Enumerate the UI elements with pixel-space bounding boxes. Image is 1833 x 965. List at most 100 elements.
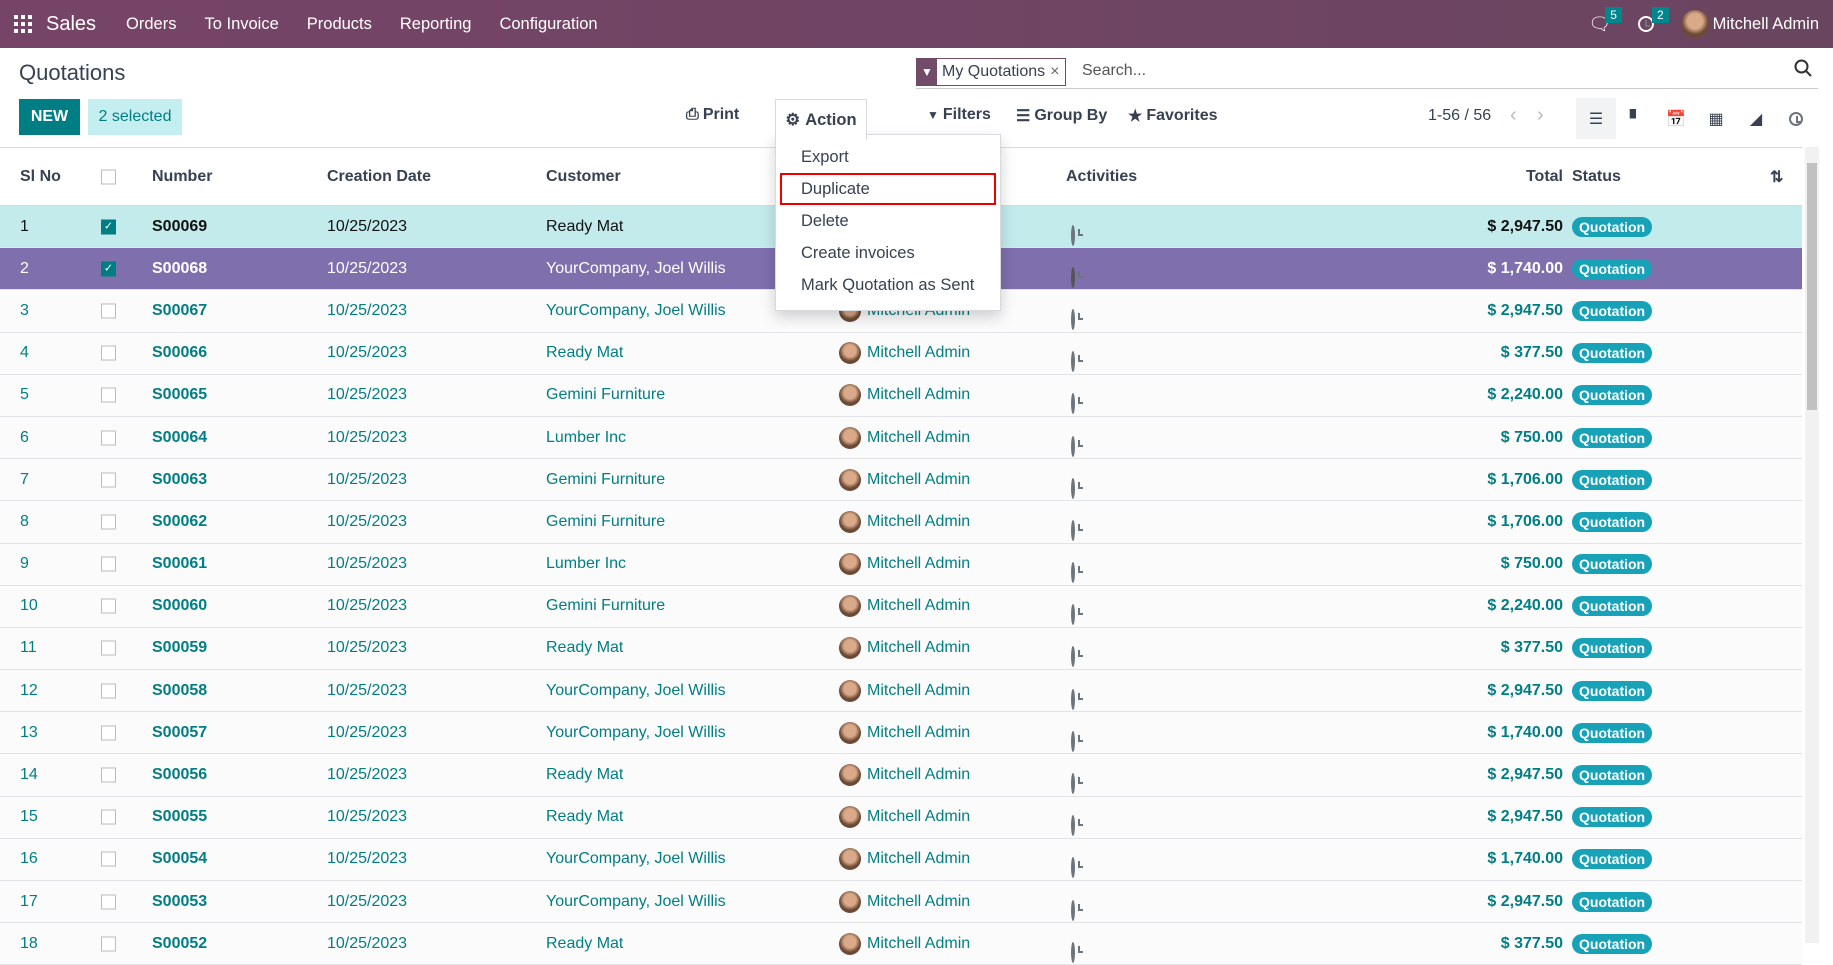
row-checkbox[interactable]: [101, 851, 116, 867]
creation-date: 10/25/2023: [327, 597, 408, 615]
table-row[interactable]: 17 S00053 10/25/2023 YourCompany, Joel Will…: [0, 881, 1802, 924]
table-row[interactable]: 14 S00056 10/25/2023 Ready Mat Mitchell Admi…: [0, 754, 1802, 797]
search-facet[interactable]: ▼ My Quotations ×: [916, 58, 1066, 86]
table-row[interactable]: 10 S00060 10/25/2023 Gemini Furniture Mitche…: [0, 585, 1802, 628]
clock-icon[interactable]: [1071, 562, 1075, 584]
favorites-button[interactable]: ★ Favorites: [1128, 106, 1217, 126]
row-checkbox[interactable]: [101, 894, 116, 910]
remove-facet-icon[interactable]: ×: [1050, 63, 1064, 81]
menu-reporting[interactable]: Reporting: [400, 15, 472, 34]
clock-icon[interactable]: [1071, 393, 1075, 415]
row-checkbox[interactable]: [101, 472, 116, 488]
calendar-view-icon[interactable]: 📅: [1656, 98, 1696, 139]
table-row[interactable]: 16 S00054 10/25/2023 YourCompany, Joel Will…: [0, 838, 1802, 881]
clock-icon[interactable]: [1071, 604, 1075, 626]
list-view-icon[interactable]: ☰: [1576, 98, 1616, 139]
table-row[interactable]: 8 S00062 10/25/2023 Gemini Furniture Mitchel…: [0, 501, 1802, 544]
search-input[interactable]: Search...: [1082, 62, 1146, 80]
clock-icon[interactable]: [1071, 941, 1075, 963]
col-creation-date[interactable]: Creation Date: [327, 168, 431, 186]
menu-orders[interactable]: Orders: [126, 15, 176, 34]
clock-icon[interactable]: [1071, 477, 1075, 499]
col-sl-no[interactable]: Sl No: [20, 168, 61, 186]
col-status[interactable]: Status: [1572, 168, 1621, 186]
row-checkbox[interactable]: [101, 556, 116, 572]
new-button[interactable]: NEW: [19, 99, 80, 135]
menu-item-duplicate[interactable]: Duplicate: [780, 173, 996, 205]
activities-button[interactable]: 2: [1637, 7, 1671, 32]
row-checkbox[interactable]: [101, 725, 116, 741]
menu-configuration[interactable]: Configuration: [499, 15, 597, 34]
clock-icon[interactable]: [1071, 646, 1075, 668]
clock-icon[interactable]: [1071, 857, 1075, 879]
search-icon[interactable]: [1794, 59, 1812, 82]
clock-icon[interactable]: [1071, 266, 1075, 288]
prev-page-icon[interactable]: ‹: [1510, 104, 1517, 127]
row-checkbox[interactable]: [101, 640, 116, 656]
table-row[interactable]: 11 S00059 10/25/2023 Ready Mat Mitchell Admi…: [0, 627, 1802, 671]
clock-icon[interactable]: [1071, 899, 1075, 921]
activity-view-icon[interactable]: [1776, 98, 1816, 139]
clock-icon[interactable]: [1071, 815, 1075, 837]
pager-value[interactable]: 1-56 / 56: [1428, 107, 1491, 125]
row-checkbox[interactable]: [101, 303, 116, 319]
selected-count[interactable]: 2 selected: [88, 99, 182, 135]
row-checkbox[interactable]: [101, 514, 116, 530]
select-all-checkbox[interactable]: [101, 169, 116, 184]
col-number[interactable]: Number: [152, 168, 212, 186]
optional-columns-icon[interactable]: ⇅: [1770, 167, 1783, 187]
apps-menu-icon[interactable]: [14, 15, 32, 33]
col-activities[interactable]: Activities: [1066, 168, 1137, 186]
table-row[interactable]: 15 S00055 10/25/2023 Ready Mat Mitchell Admi…: [0, 796, 1802, 839]
col-customer[interactable]: Customer: [546, 168, 621, 186]
filters-button[interactable]: ▼ Filters: [927, 106, 991, 124]
col-total[interactable]: Total: [1526, 168, 1563, 186]
kanban-view-icon[interactable]: ▘: [1616, 98, 1656, 139]
graph-view-icon[interactable]: ◢: [1736, 98, 1776, 139]
table-row[interactable]: 12 S00058 10/25/2023 YourCompany, Joel Will…: [0, 670, 1802, 713]
salesperson: Mitchell Admin: [839, 764, 970, 787]
pivot-view-icon[interactable]: ▦: [1696, 98, 1736, 139]
total: $ 1,706.00: [1487, 470, 1563, 488]
clock-icon[interactable]: [1071, 730, 1075, 752]
user-menu[interactable]: Mitchell Admin: [1680, 10, 1819, 38]
menu-item-create-invoices[interactable]: Create invoices: [776, 237, 1000, 269]
clock-icon[interactable]: [1071, 773, 1075, 795]
messages-button[interactable]: 🗨 5: [1588, 7, 1628, 35]
menu-to-invoice[interactable]: To Invoice: [204, 15, 278, 34]
clock-icon[interactable]: [1071, 435, 1075, 457]
clock-icon[interactable]: [1071, 224, 1075, 246]
app-name[interactable]: Sales: [46, 13, 96, 36]
print-button[interactable]: ⎙ Print: [686, 106, 739, 124]
row-checkbox[interactable]: [101, 683, 116, 699]
table-row[interactable]: 13 S00057 10/25/2023 YourCompany, Joel Will…: [0, 712, 1802, 755]
scrollbar[interactable]: [1805, 147, 1819, 943]
table-row[interactable]: 9 S00061 10/25/2023 Lumber Inc Mitchell Admi…: [0, 543, 1802, 586]
row-checkbox[interactable]: [101, 387, 116, 403]
table-row[interactable]: 4 S00066 10/25/2023 Ready Mat Mitchell Admin…: [0, 332, 1802, 375]
menu-item-delete[interactable]: Delete: [776, 205, 1000, 237]
menu-item-export[interactable]: Export: [776, 141, 1000, 173]
row-checkbox[interactable]: ✓: [101, 219, 116, 235]
row-checkbox[interactable]: [101, 809, 116, 825]
menu-item-mark-sent[interactable]: Mark Quotation as Sent: [776, 269, 1000, 301]
row-checkbox[interactable]: [101, 598, 116, 614]
clock-icon[interactable]: [1071, 688, 1075, 710]
next-page-icon[interactable]: ›: [1537, 104, 1544, 127]
menu-products[interactable]: Products: [307, 15, 372, 34]
row-checkbox[interactable]: ✓: [101, 261, 116, 277]
table-row[interactable]: 18 S00052 10/25/2023 Ready Mat Mitchell Admi…: [0, 923, 1802, 965]
table-row[interactable]: 5 S00065 10/25/2023 Gemini Furniture Mitchel…: [0, 374, 1802, 417]
scrollbar-thumb[interactable]: [1807, 163, 1817, 410]
table-row[interactable]: 7 S00063 10/25/2023 Gemini Furniture Mitchel…: [0, 459, 1802, 502]
clock-icon[interactable]: [1071, 519, 1075, 541]
clock-icon[interactable]: [1071, 351, 1075, 373]
row-checkbox[interactable]: [101, 430, 116, 446]
action-button[interactable]: ⚙ Action: [775, 99, 867, 140]
row-checkbox[interactable]: [101, 767, 116, 783]
table-row[interactable]: 6 S00064 10/25/2023 Lumber Inc Mitchell Admi…: [0, 416, 1802, 460]
row-checkbox[interactable]: [101, 345, 116, 361]
clock-icon[interactable]: [1071, 308, 1075, 330]
row-checkbox[interactable]: [101, 936, 116, 952]
group-by-button[interactable]: ☰ Group By: [1016, 106, 1107, 126]
